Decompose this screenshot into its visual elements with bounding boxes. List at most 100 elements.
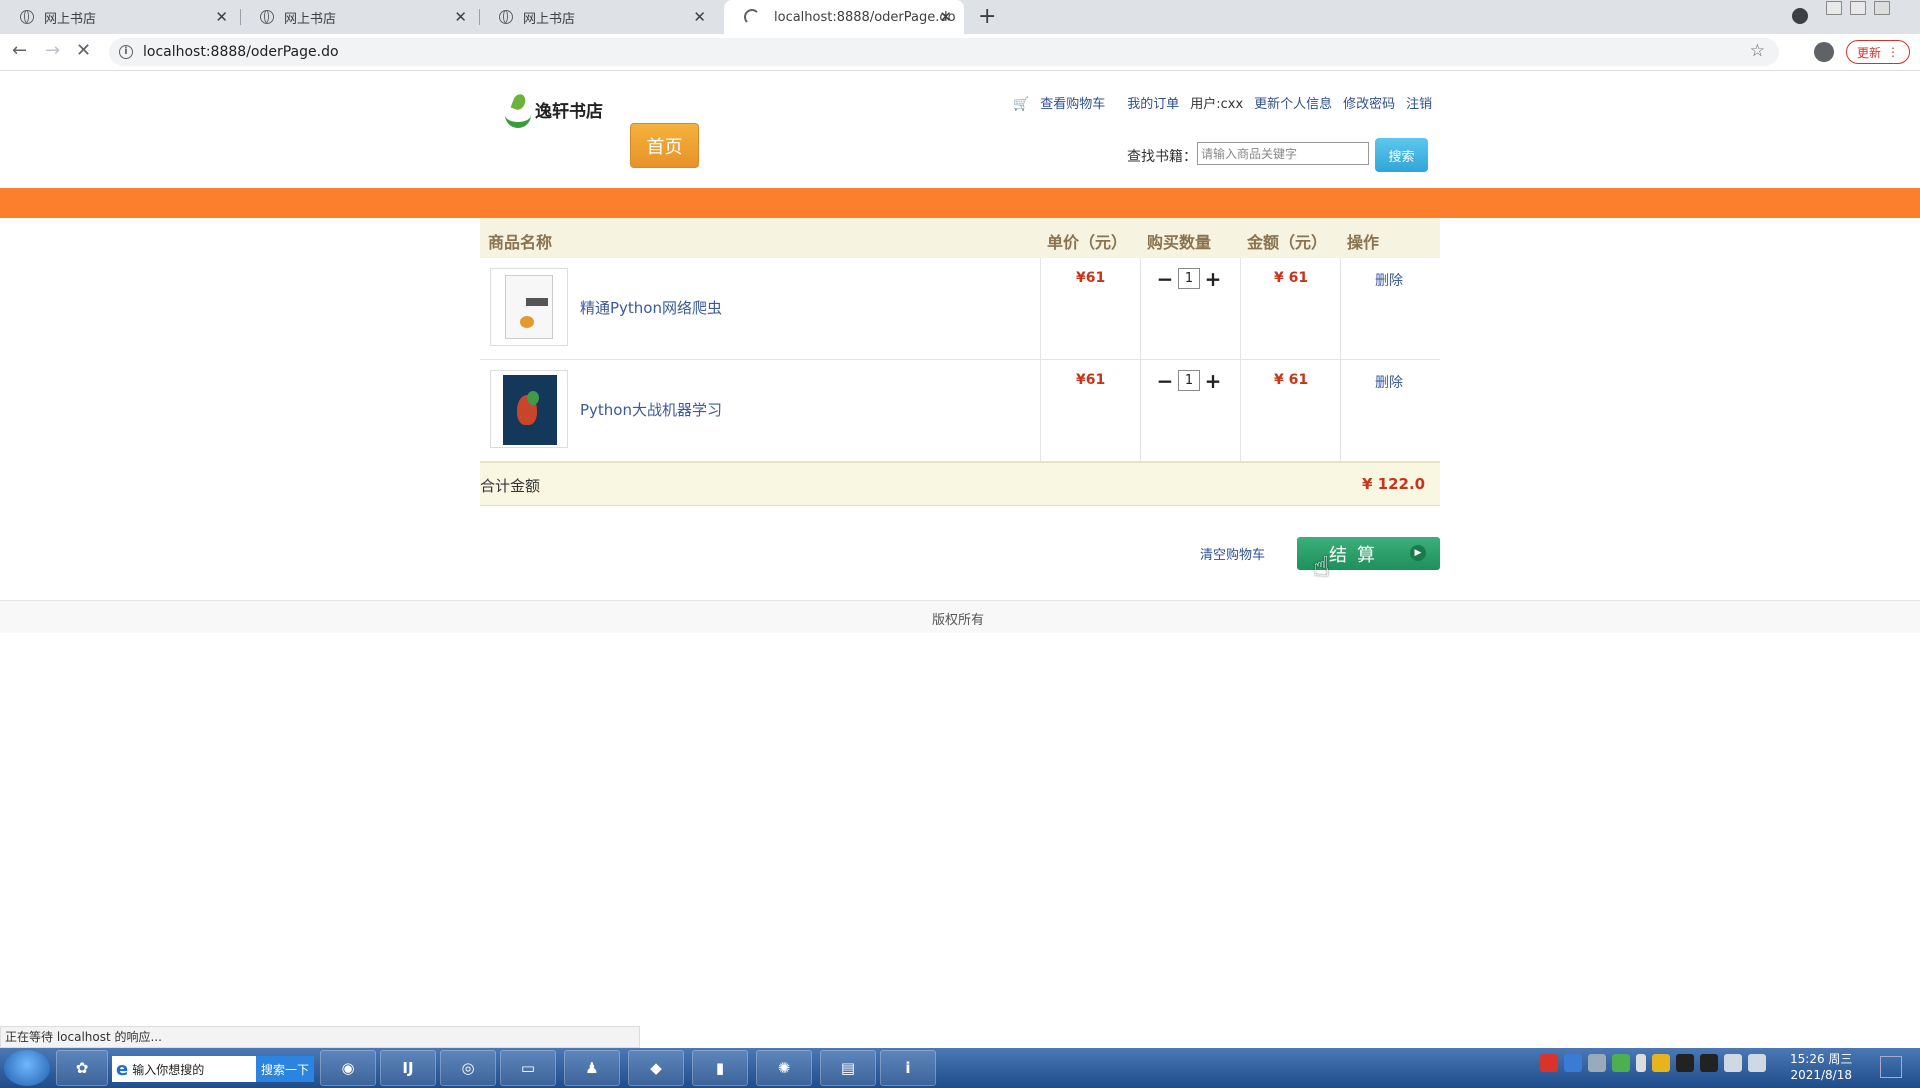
col-action-header: 操作 (1347, 233, 1380, 252)
file-explorer-icon[interactable]: ▭ (500, 1050, 556, 1086)
divider (1240, 360, 1241, 461)
delete-link[interactable]: 删除 (1375, 270, 1403, 290)
clock[interactable]: 15:26 周三 2021/8/18 (1790, 1051, 1852, 1083)
tray-icon[interactable] (1652, 1054, 1670, 1072)
folder-icon[interactable]: ◆ (628, 1050, 684, 1086)
browser-tab-2[interactable]: 网上书店 ✕ (240, 0, 479, 34)
home-button[interactable]: 首页 (630, 123, 699, 168)
divider (1340, 360, 1341, 461)
close-icon[interactable]: ✕ (693, 8, 706, 26)
forward-icon[interactable]: → (45, 40, 60, 61)
clock-date: 2021/8/18 (1790, 1068, 1852, 1082)
divider (1240, 258, 1241, 359)
taskbar-search-button[interactable]: 搜索一下 (256, 1056, 314, 1082)
browser-tab-active[interactable]: localhost:8888/oderPage.do ✕ (724, 0, 964, 34)
network-icon[interactable] (1748, 1054, 1766, 1072)
notification-icon[interactable] (1880, 1056, 1902, 1078)
divider (1040, 360, 1041, 461)
firefox-icon[interactable]: ◉ (320, 1050, 376, 1086)
start-button-icon[interactable] (4, 1050, 50, 1086)
table-row: Python大战机器学习 ¥61 − 1 + ¥ 61 删除 (480, 360, 1440, 462)
battery-icon[interactable] (1612, 1054, 1630, 1072)
search-input[interactable]: 请输入商品关键字 (1197, 142, 1369, 165)
info-app-icon[interactable]: i (880, 1050, 936, 1086)
quantity-stepper: − 1 + (1156, 268, 1222, 289)
update-label: 更新 (1856, 45, 1881, 60)
address-url[interactable]: localhost:8888/oderPage.do (143, 44, 339, 60)
arrow-right-icon: ▶ (1410, 545, 1426, 561)
product-name-link[interactable]: 精通Python网络爬虫 (580, 297, 722, 318)
browser-update-button[interactable]: 更新 ⋮ (1846, 40, 1910, 64)
tray-icon[interactable] (1588, 1054, 1606, 1072)
minus-icon[interactable]: − (1156, 269, 1174, 289)
terminal-icon[interactable]: ▮ (692, 1050, 748, 1086)
book-thumbnail[interactable] (490, 268, 568, 346)
window-close-icon[interactable] (1874, 1, 1890, 15)
quantity-field[interactable]: 1 (1178, 370, 1200, 391)
bookmark-star-icon[interactable]: ☆ (1750, 41, 1765, 61)
total-label: 合计金额 (480, 477, 541, 495)
app-icon[interactable]: ♟ (564, 1050, 620, 1086)
loading-spinner-icon (744, 9, 760, 25)
plus-icon[interactable]: + (1204, 371, 1222, 391)
chevron-up-icon[interactable] (1636, 1054, 1646, 1072)
qq-icon[interactable] (1676, 1054, 1694, 1072)
total-amount: ¥ 122.0 (1362, 475, 1426, 493)
col-price-header: 单价（元） (1047, 233, 1128, 252)
qq-icon[interactable] (1700, 1054, 1718, 1072)
ime-icon[interactable] (1540, 1054, 1558, 1072)
book-cover-image (503, 375, 557, 445)
back-icon[interactable]: ← (12, 40, 27, 61)
divider (1040, 258, 1041, 359)
book-thumbnail[interactable] (490, 370, 568, 448)
plus-icon[interactable]: + (1204, 269, 1222, 289)
my-orders-link[interactable]: 我的订单 (1127, 93, 1179, 112)
col-name-header: 商品名称 (488, 233, 553, 252)
cart-table-header: 商品名称 单价（元） 购买数量 金额（元） 操作 (480, 218, 1440, 259)
profile-avatar-icon[interactable] (1814, 42, 1834, 62)
clock-time: 15:26 周三 (1790, 1052, 1853, 1066)
browser-tab-1[interactable]: 网上书店 ✕ (0, 0, 240, 34)
search-button[interactable]: 搜索 (1375, 138, 1428, 172)
stop-icon[interactable]: ✕ (76, 40, 91, 61)
view-cart-label: 查看购物车 (1040, 97, 1106, 112)
site-logo[interactable]: 逸轩书店 (503, 92, 603, 128)
info-icon[interactable]: i (119, 45, 133, 59)
app-icon[interactable]: ✺ (756, 1050, 812, 1086)
close-icon[interactable]: ✕ (454, 8, 467, 26)
tab-search-icon[interactable] (1792, 8, 1808, 24)
logout-link[interactable]: 注销 (1406, 93, 1432, 112)
taskbar-search-input[interactable]: e 输入你想搜的 (112, 1056, 256, 1082)
maximize-icon[interactable] (1850, 1, 1866, 15)
browser-tab-bar: 网上书店 ✕ 网上书店 ✕ 网上书店 ✕ localhost:8888/oder… (0, 0, 1920, 34)
address-bar[interactable]: i localhost:8888/oderPage.do ☆ (109, 38, 1779, 66)
col-quantity-header: 购买数量 (1147, 233, 1212, 252)
clear-cart-link[interactable]: 清空购物车 (1200, 544, 1265, 563)
unit-price: ¥61 (1076, 372, 1106, 388)
divider (1140, 360, 1141, 461)
intellij-icon[interactable]: IJ (380, 1050, 436, 1086)
browser-toolbar: ← → ✕ i localhost:8888/oderPage.do ☆ 更新 … (0, 34, 1920, 71)
app-icon[interactable]: ✿ (56, 1050, 108, 1086)
tab-title: 网上书店 (44, 11, 97, 27)
minimize-icon[interactable] (1826, 1, 1842, 15)
divider (1340, 258, 1341, 359)
chrome-icon[interactable]: ◎ (440, 1050, 496, 1086)
app-icon[interactable]: ▤ (820, 1050, 876, 1086)
browser-tab-3[interactable]: 网上书店 ✕ (479, 0, 718, 34)
delete-link[interactable]: 删除 (1375, 372, 1403, 392)
checkout-label: 结算 (1329, 544, 1385, 566)
help-icon[interactable] (1564, 1054, 1582, 1072)
new-tab-icon[interactable]: + (978, 4, 996, 29)
change-password-link[interactable]: 修改密码 (1343, 93, 1395, 112)
product-name-link[interactable]: Python大战机器学习 (580, 399, 722, 420)
volume-icon[interactable] (1724, 1054, 1742, 1072)
close-icon[interactable]: ✕ (215, 8, 228, 26)
site-logo-text: 逸轩书店 (535, 101, 603, 122)
item-amount: ¥ 61 (1274, 372, 1309, 388)
minus-icon[interactable]: − (1156, 371, 1174, 391)
quantity-field[interactable]: 1 (1178, 268, 1200, 289)
view-cart-link[interactable]: 🛒 查看购物车 (1013, 93, 1116, 112)
update-info-link[interactable]: 更新个人信息 (1254, 93, 1332, 112)
close-icon[interactable]: ✕ (939, 8, 952, 26)
